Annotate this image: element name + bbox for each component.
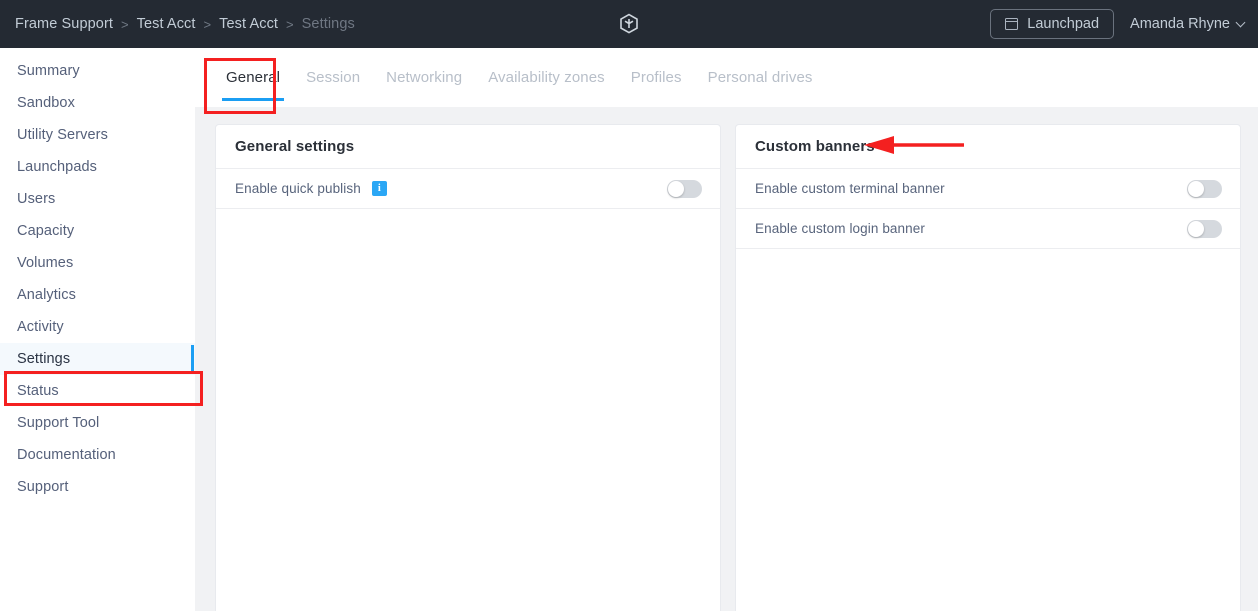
sidebar-item-label: Summary [17, 63, 80, 79]
launchpad-button[interactable]: Launchpad [990, 9, 1114, 39]
cube-hexagon-logo-icon [617, 12, 641, 36]
breadcrumb-item-3: Settings [302, 16, 355, 32]
tab-availability-zones[interactable]: Availability zones [475, 48, 618, 107]
sidebar-item-sandbox[interactable]: Sandbox [0, 87, 195, 119]
sidebar-item-label: Capacity [17, 223, 74, 239]
setting-row-enable-custom-terminal-banner: Enable custom terminal banner [736, 169, 1240, 209]
setting-label: Enable custom terminal banner [755, 181, 945, 196]
tab-label: Session [306, 69, 360, 86]
sidebar: Summary Sandbox Utility Servers Launchpa… [0, 48, 195, 611]
sidebar-item-label: Volumes [17, 255, 73, 271]
launchpad-button-label: Launchpad [1027, 16, 1099, 32]
sidebar-item-support-tool[interactable]: Support Tool [0, 407, 195, 439]
toggle-enable-custom-login-banner[interactable] [1187, 220, 1222, 238]
card-title: Custom banners [755, 138, 875, 155]
topbar-right-group: Launchpad Amanda Rhyne [990, 0, 1244, 48]
setting-left-group: Enable custom terminal banner [755, 181, 945, 196]
sidebar-item-label: Users [17, 191, 55, 207]
card-title: General settings [235, 138, 354, 155]
sidebar-item-label: Sandbox [17, 95, 75, 111]
sidebar-item-label: Settings [17, 351, 70, 367]
sidebar-item-status[interactable]: Status [0, 375, 195, 407]
breadcrumb-separator: > [204, 17, 212, 32]
sidebar-item-activity[interactable]: Activity [0, 311, 195, 343]
tab-personal-drives[interactable]: Personal drives [695, 48, 826, 107]
breadcrumb-separator: > [121, 17, 129, 32]
breadcrumb-item-2[interactable]: Test Acct [219, 16, 278, 32]
sidebar-item-launchpads[interactable]: Launchpads [0, 151, 195, 183]
tab-label: Profiles [631, 69, 682, 86]
window-icon [1005, 18, 1018, 30]
chevron-down-icon [1236, 17, 1246, 27]
card-header: General settings [216, 125, 720, 169]
sidebar-item-support[interactable]: Support [0, 471, 195, 503]
sidebar-item-label: Support Tool [17, 415, 99, 431]
tab-general[interactable]: General [213, 48, 293, 107]
setting-row-enable-custom-login-banner: Enable custom login banner [736, 209, 1240, 249]
app-root: Frame Support > Test Acct > Test Acct > … [0, 0, 1258, 611]
toggle-knob [1188, 181, 1204, 197]
sidebar-item-label: Launchpads [17, 159, 97, 175]
tab-label: Availability zones [488, 69, 605, 86]
toggle-knob [668, 181, 684, 197]
sidebar-item-documentation[interactable]: Documentation [0, 439, 195, 471]
tab-networking[interactable]: Networking [373, 48, 475, 107]
toggle-enable-quick-publish[interactable] [667, 180, 702, 198]
sidebar-item-utility-servers[interactable]: Utility Servers [0, 119, 195, 151]
card-header: Custom banners [736, 125, 1240, 169]
user-menu-label: Amanda Rhyne [1130, 16, 1230, 32]
tab-session[interactable]: Session [293, 48, 373, 107]
sidebar-item-users[interactable]: Users [0, 183, 195, 215]
tab-label: General [226, 69, 280, 86]
setting-row-enable-quick-publish: Enable quick publish i [216, 169, 720, 209]
sidebar-item-analytics[interactable]: Analytics [0, 279, 195, 311]
content-area: General Session Networking Availability … [195, 48, 1258, 611]
tab-label: Personal drives [708, 69, 813, 86]
sidebar-item-label: Support [17, 479, 69, 495]
setting-left-group: Enable quick publish i [235, 181, 387, 196]
breadcrumb-item-1[interactable]: Test Acct [137, 16, 196, 32]
breadcrumb-item-0[interactable]: Frame Support [15, 16, 113, 32]
user-menu[interactable]: Amanda Rhyne [1130, 16, 1244, 32]
custom-banners-card: Custom banners Enable custom terminal ba… [736, 125, 1240, 611]
tab-profiles[interactable]: Profiles [618, 48, 695, 107]
toggle-knob [1188, 221, 1204, 237]
top-bar: Frame Support > Test Acct > Test Acct > … [0, 0, 1258, 48]
breadcrumb: Frame Support > Test Acct > Test Acct > … [15, 16, 355, 32]
sidebar-item-label: Utility Servers [17, 127, 108, 143]
setting-label: Enable quick publish [235, 181, 361, 196]
sidebar-item-label: Status [17, 383, 59, 399]
setting-left-group: Enable custom login banner [755, 221, 925, 236]
info-icon[interactable]: i [372, 181, 387, 196]
sidebar-item-label: Activity [17, 319, 64, 335]
breadcrumb-separator: > [286, 17, 294, 32]
tab-bar: General Session Networking Availability … [195, 48, 1258, 107]
tab-label: Networking [386, 69, 462, 86]
sidebar-item-label: Analytics [17, 287, 76, 303]
general-settings-card: General settings Enable quick publish i [216, 125, 720, 611]
sidebar-item-summary[interactable]: Summary [0, 55, 195, 87]
toggle-enable-custom-terminal-banner[interactable] [1187, 180, 1222, 198]
sidebar-item-settings[interactable]: Settings [0, 343, 195, 375]
sidebar-item-capacity[interactable]: Capacity [0, 215, 195, 247]
sidebar-item-label: Documentation [17, 447, 116, 463]
sidebar-item-volumes[interactable]: Volumes [0, 247, 195, 279]
setting-label: Enable custom login banner [755, 221, 925, 236]
